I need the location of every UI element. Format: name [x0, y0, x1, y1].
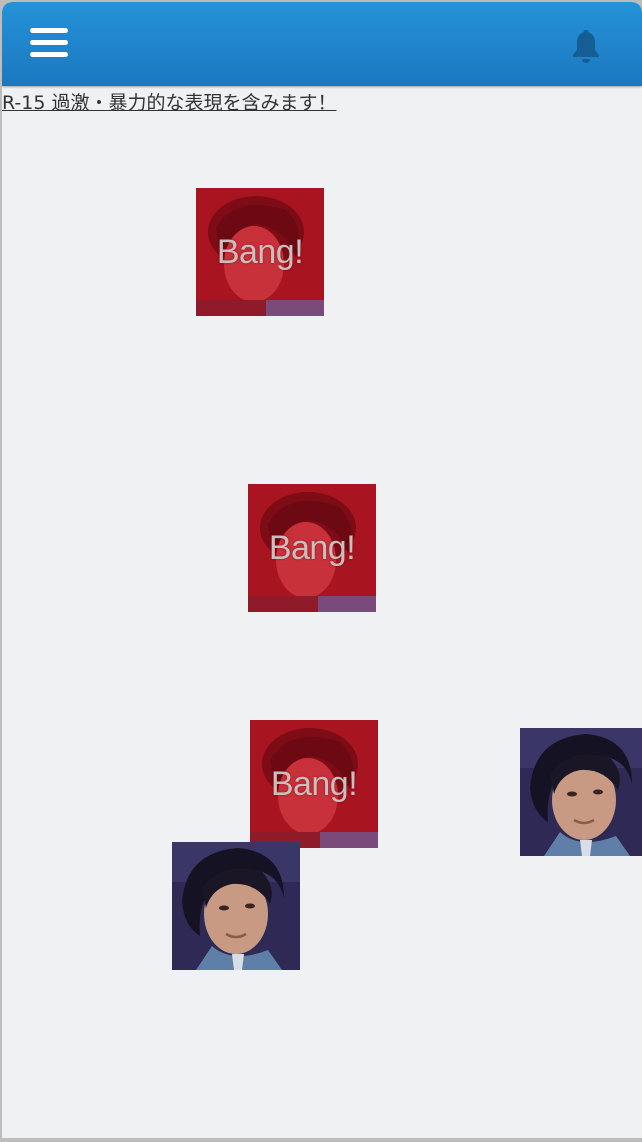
menu-bar-top — [30, 28, 68, 33]
hamburger-menu-icon[interactable] — [26, 24, 70, 64]
bang-target-tile[interactable]: Bang! — [250, 720, 378, 848]
portrait-target-tile[interactable] — [172, 842, 300, 970]
app-frame: R-15 過激・暴力的な表現を含みます！ Bang! Bang! Bang! — [2, 2, 642, 1138]
bang-target-tile[interactable]: Bang! — [196, 188, 324, 316]
bang-target-tile[interactable]: Bang! — [248, 484, 376, 612]
age-warning-link[interactable]: R-15 過激・暴力的な表現を含みます！ — [2, 91, 337, 115]
bell-icon-graphic — [573, 30, 599, 63]
portrait-target-tile[interactable] — [520, 728, 642, 856]
menu-bar-middle — [30, 40, 68, 45]
menu-bar-bottom — [30, 52, 68, 57]
portrait-image — [172, 842, 300, 970]
portrait-image — [520, 728, 642, 856]
top-bar — [2, 2, 642, 86]
bang-label: Bang! — [216, 233, 304, 271]
bell-icon[interactable] — [566, 26, 606, 66]
bang-label: Bang! — [268, 529, 356, 567]
bang-label: Bang! — [270, 765, 358, 803]
